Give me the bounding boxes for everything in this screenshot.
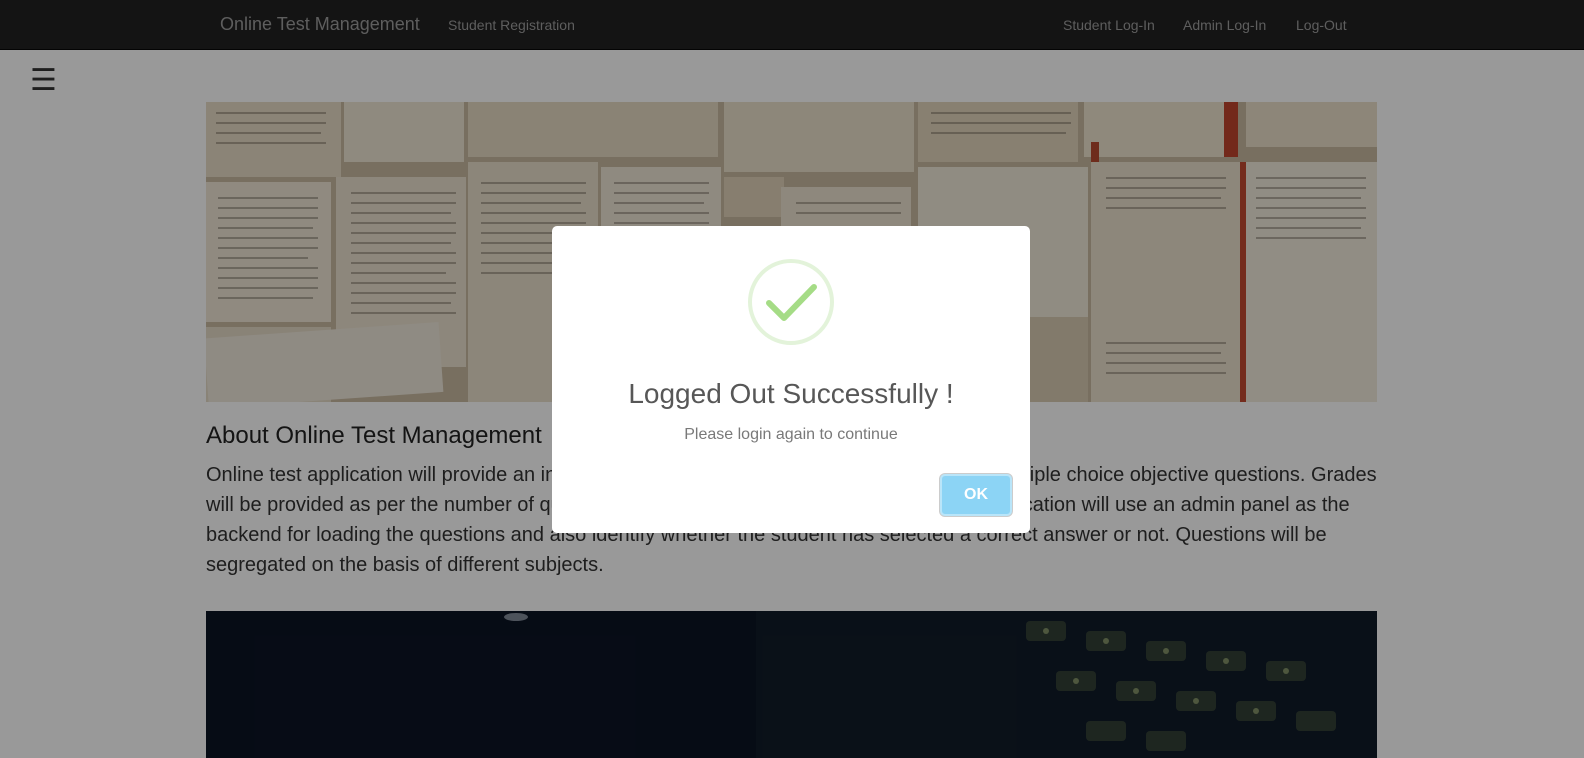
modal-message: Please login again to continue (684, 426, 898, 443)
modal-title: Logged Out Successfully ! (628, 378, 954, 409)
ok-button[interactable]: OK (940, 474, 1012, 516)
success-check-icon (747, 258, 835, 346)
logout-success-dialog: Logged Out Successfully ! Please login a… (552, 226, 1030, 533)
